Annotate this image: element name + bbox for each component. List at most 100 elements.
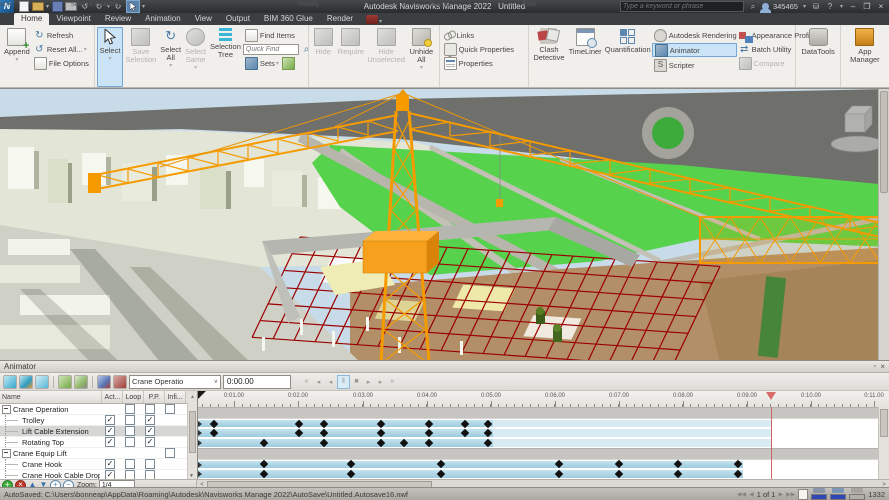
change-transparency-icon[interactable]	[74, 375, 88, 389]
timeline-animation-row[interactable]	[198, 438, 879, 448]
animator-button[interactable]: Animator	[652, 43, 737, 57]
column-loop[interactable]: Loop	[123, 391, 144, 403]
quantification-button[interactable]: Quantification	[604, 27, 652, 87]
group-label-select-search[interactable]: Select & Search ▾	[71, 0, 119, 10]
help-dropdown-icon[interactable]: ▾	[840, 3, 843, 10]
selection-tree-button[interactable]: Selection Tree	[208, 27, 243, 87]
tab-view[interactable]: View	[188, 13, 219, 25]
tree-scrollbar[interactable]: ▼	[187, 403, 197, 479]
select-cursor-icon[interactable]	[126, 0, 140, 13]
qat-dropdown-icon[interactable]: ▾	[46, 3, 49, 10]
qat-more-icon[interactable]: ▾	[142, 3, 145, 10]
play-button[interactable]: ▸	[363, 376, 374, 388]
compare-button[interactable]: Compare	[737, 57, 818, 69]
active-checkbox[interactable]: ✓	[105, 459, 115, 469]
last-sheet-icon[interactable]: ▶▶	[786, 491, 795, 498]
viewport-3d-scene[interactable]	[0, 88, 889, 362]
bim-docs-icon[interactable]	[366, 15, 378, 24]
panel-close-icon[interactable]: ×	[880, 362, 885, 371]
animator-row-crane-hook[interactable]: Crane Hook✓	[0, 459, 197, 470]
tree-scroll-up-icon[interactable]: ▲	[186, 391, 197, 403]
pause-button[interactable]: ‖	[337, 375, 350, 389]
group-label-tools[interactable]: Tools	[522, 0, 536, 10]
animator-row-crane-hook-cable-drop[interactable]: Crane Hook Cable Drop✓	[0, 470, 197, 479]
toggle-snapping-icon[interactable]	[113, 375, 127, 389]
animator-row-trolley[interactable]: Trolley✓✓	[0, 415, 197, 426]
timeline-animation-row[interactable]	[198, 428, 879, 438]
file-options-button[interactable]: File Options	[32, 57, 89, 69]
time-position-field[interactable]: 0:00.00	[223, 375, 291, 389]
autodesk-rendering-button[interactable]: Autodesk Rendering	[652, 29, 737, 41]
rotate-animation-set-icon[interactable]	[19, 375, 33, 389]
tab-review[interactable]: Review	[98, 13, 138, 25]
group-label-display[interactable]: Display	[430, 0, 450, 10]
refresh-button[interactable]: ↻Refresh	[32, 29, 89, 41]
animator-title-bar[interactable]: Animator ▾ ×	[0, 361, 889, 373]
scene-selector-dropdown[interactable]: Crane Operatio∨	[129, 375, 221, 389]
change-color-icon[interactable]	[58, 375, 72, 389]
close-button[interactable]: ×	[876, 2, 886, 11]
store-cart-icon[interactable]: ⛁	[811, 2, 821, 12]
save-icon[interactable]	[51, 1, 63, 12]
viewport-scrollbar[interactable]	[878, 89, 889, 362]
animator-row-crane-equip-lift[interactable]: Crane Equip Lift	[0, 448, 197, 459]
import-sets-icon[interactable]	[282, 57, 295, 70]
unhide-all-button[interactable]: Unhide All▾	[406, 27, 436, 87]
help-icon[interactable]: ?	[825, 2, 835, 12]
timeliner-button[interactable]: TimeLiner	[567, 27, 604, 87]
pp-checkbox[interactable]: ✓	[145, 415, 155, 425]
tab-bim-360-glue[interactable]: BIM 360 Glue	[257, 13, 320, 25]
play-backwards-button[interactable]: ◂	[325, 376, 336, 388]
timeline-animation-row[interactable]	[198, 469, 879, 479]
quick-find-input[interactable]	[243, 44, 299, 55]
loop-checkbox[interactable]	[125, 437, 135, 447]
tabs-more-icon[interactable]: ▾	[379, 18, 382, 25]
minimize-button[interactable]: –	[848, 2, 858, 11]
active-checkbox[interactable]: ✓	[105, 437, 115, 447]
loop-checkbox[interactable]	[125, 415, 135, 425]
timeline-ruler[interactable]: 0:01.000:02.000:03.000:04.000:05.000:06.…	[198, 391, 889, 408]
column-name[interactable]: Name	[0, 391, 102, 403]
select-all-button[interactable]: ↻ Select All▾	[158, 27, 183, 87]
animator-row-lift-cable-extension[interactable]: Lift Cable Extension✓✓	[0, 426, 197, 437]
scale-animation-set-icon[interactable]	[35, 375, 49, 389]
search-input[interactable]	[620, 1, 744, 12]
pp-checkbox[interactable]: ✓	[145, 426, 155, 436]
new-file-icon[interactable]	[18, 1, 30, 12]
group-label-project[interactable]: Project ▾	[0, 0, 12, 10]
animator-row-crane-operation[interactable]: Crane Operation	[0, 404, 197, 415]
column-active[interactable]: Act...	[102, 391, 123, 403]
current-time-marker[interactable]	[198, 391, 206, 399]
active-checkbox[interactable]: ✓	[105, 426, 115, 436]
scripter-button[interactable]: Scripter	[652, 59, 737, 71]
tab-animation[interactable]: Animation	[138, 13, 188, 25]
append-button[interactable]: Append▾	[2, 27, 32, 87]
end-time-marker[interactable]	[766, 392, 776, 400]
active-checkbox[interactable]: ✓	[105, 415, 115, 425]
user-avatar-icon[interactable]	[762, 3, 769, 10]
select-button[interactable]: Select▾	[97, 27, 124, 87]
stop-button[interactable]: ■	[351, 376, 362, 388]
search-binoculars-icon[interactable]: ⌕	[748, 2, 758, 12]
clash-detective-button[interactable]: Clash Detective	[531, 27, 566, 87]
animator-row-rotating-top[interactable]: Rotating Top✓✓	[0, 437, 197, 448]
tab-render[interactable]: Render	[320, 13, 360, 25]
timeline-animation-row[interactable]	[198, 419, 879, 429]
loop-checkbox[interactable]	[125, 459, 135, 469]
properties-button[interactable]: Properties	[442, 57, 514, 69]
tab-viewpoint[interactable]: Viewpoint	[49, 13, 98, 25]
tree-scroll-down-icon[interactable]: ▼	[189, 473, 194, 479]
first-sheet-icon[interactable]: ◀◀	[737, 491, 746, 498]
tab-home[interactable]: Home	[14, 13, 49, 25]
hide-unselected-button[interactable]: Hide Unselected	[366, 27, 406, 87]
reset-all-button[interactable]: ↺Reset All...▾	[32, 43, 89, 55]
step-forward-button[interactable]: ▸	[375, 376, 386, 388]
panel-options-icon[interactable]: ▾	[873, 363, 876, 370]
restore-button[interactable]: ❒	[862, 2, 872, 11]
require-button[interactable]: Require	[336, 27, 366, 87]
timeline-scrollbar[interactable]	[878, 407, 889, 479]
tab-output[interactable]: Output	[219, 13, 257, 25]
infinite-checkbox[interactable]	[165, 448, 175, 458]
timeline-scene-row[interactable]	[198, 448, 879, 460]
next-sheet-icon[interactable]: ▶	[778, 491, 783, 498]
